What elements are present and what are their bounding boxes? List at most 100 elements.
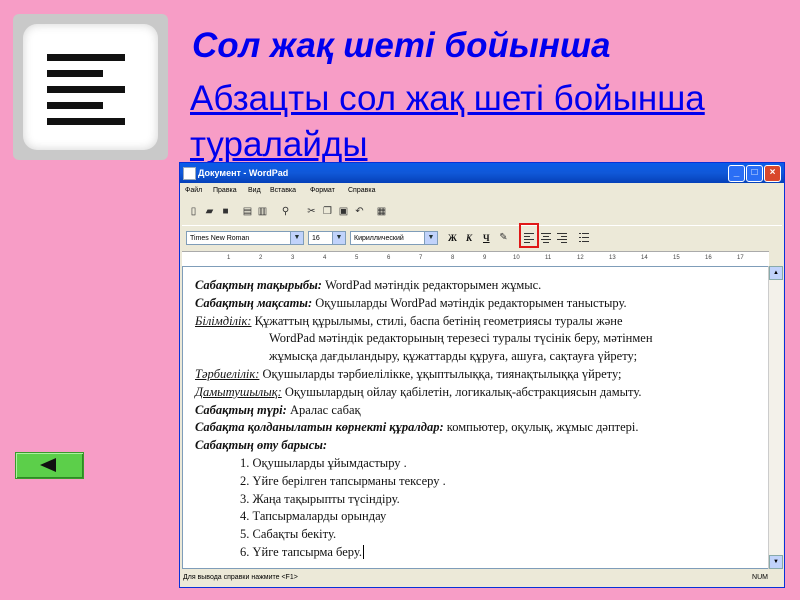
ruler-tick-label: 6 (387, 255, 391, 261)
scroll-down-icon[interactable]: ▼ (769, 555, 783, 569)
find-icon[interactable]: ⚲ (280, 206, 291, 217)
icon-line (47, 118, 125, 125)
title-bar: Документ - WordPad _ □ × (180, 163, 784, 183)
menu-help[interactable]: Справка (348, 187, 375, 194)
minimize-button[interactable]: _ (728, 165, 745, 182)
doc-line: Білімділік: Құжаттың құрылымы, стилі, ба… (195, 313, 765, 331)
ruler-tick-label: 7 (419, 255, 423, 261)
undo-icon[interactable]: ↶ (354, 206, 365, 217)
topic-text: WordPad мәтіндік редакторымен жұмыс. (321, 278, 542, 292)
menu-edit[interactable]: Правка (213, 187, 237, 194)
print-preview-icon[interactable]: ▥ (257, 206, 268, 217)
window-title: Документ - WordPad (198, 168, 289, 178)
save-icon[interactable]: ■ (220, 206, 231, 217)
list-item: 3. Жаңа тақырыпты түсіндіру. (240, 491, 400, 506)
new-icon[interactable]: ▯ (188, 206, 199, 217)
close-button[interactable]: × (764, 165, 781, 182)
num-lock-indicator: NUM (752, 574, 768, 581)
align-right-button[interactable] (556, 232, 568, 244)
font-name-select[interactable]: Times New Roman ▼ (186, 231, 304, 245)
bold-button[interactable]: Ж (448, 233, 457, 243)
ruler-tick-label: 11 (545, 255, 552, 261)
topic-label: Сабақтың тақырыбы: (195, 278, 322, 292)
list-item: 5. Сабақты бекіту. (240, 527, 337, 542)
bullets-button[interactable] (578, 232, 590, 244)
doc-line: WordPad мәтіндік редакторының терезесі т… (269, 331, 653, 346)
paste-icon[interactable]: ▣ (338, 206, 349, 217)
status-text: Для вывода справки нажмите <F1> (183, 574, 298, 581)
menu-insert[interactable]: Вставка (270, 187, 296, 194)
document-area[interactable]: Сабақтың тақырыбы: WordPad мәтіндік реда… (182, 266, 769, 569)
copy-icon[interactable]: ❐ (322, 206, 333, 217)
menu-view[interactable]: Вид (248, 187, 261, 194)
list-item: 6. Үйге тапсырма беру. (195, 544, 765, 562)
font-size-select[interactable]: 16 ▼ (308, 231, 346, 245)
italic-button[interactable]: К (466, 233, 472, 243)
upbringing-label: Тәрбиелілік: (195, 366, 260, 381)
development-text: Оқушылардың ойлау қабілетін, логикалық-а… (281, 384, 642, 399)
status-bar: Для вывода справки нажмите <F1> NUM (180, 570, 784, 587)
menu-bar: Файл Правка Вид Вставка Формат Справка (180, 184, 784, 199)
underline-button[interactable]: Ч (483, 233, 490, 243)
insert-object-icon[interactable]: ▦ (376, 206, 387, 217)
menu-format[interactable]: Формат (310, 187, 335, 194)
wordpad-window: Документ - WordPad _ □ × Файл Правка Вид… (179, 162, 785, 588)
ruler[interactable]: 1 2 3 4 5 6 7 8 9 10 11 12 13 14 15 16 1… (182, 251, 769, 267)
goal-text: Оқушыларды WordPad мәтіндік редакторымен… (312, 295, 627, 310)
scroll-up-icon[interactable]: ▲ (769, 266, 783, 280)
doc-line: Сабақтың мақсаты: Оқушыларды WordPad мәт… (195, 295, 765, 313)
slide-description[interactable]: Абзацты сол жақ шеті бойынша туралайды (190, 76, 790, 168)
document-text[interactable]: Сабақтың тақырыбы: WordPad мәтіндік реда… (195, 277, 765, 562)
font-size-value: 16 (312, 235, 320, 242)
process-label: Сабақтың өту барысы: (195, 438, 328, 453)
list-item-text: 6. Үйге тапсырма беру. (240, 544, 362, 559)
ruler-tick-label: 2 (259, 255, 263, 261)
icon-line (47, 70, 103, 77)
list-item: 4. Тапсырмаларды орындау (240, 509, 387, 524)
education-label: Білімділік: (195, 313, 252, 328)
script-value: Кириллический (354, 235, 404, 242)
tools-label: Сабақта қолданылатын көрнекті құралдар: (195, 420, 444, 435)
back-button[interactable] (15, 452, 84, 479)
menu-file[interactable]: Файл (185, 187, 202, 194)
ruler-tick-label: 17 (737, 255, 744, 261)
format-toolbar: Times New Roman ▼ 16 ▼ Кириллический ▼ Ж… (182, 225, 782, 250)
cut-icon[interactable]: ✂ (306, 206, 317, 217)
tools-text: компьютер, оқулық, жұмыс дәптері. (443, 420, 639, 435)
triangle-left-icon (40, 458, 56, 472)
text-cursor (363, 544, 364, 559)
ruler-tick-label: 13 (609, 255, 616, 261)
icon-line (47, 102, 103, 109)
goal-label: Сабақтың мақсаты: (195, 295, 313, 310)
slide-title: Сол жақ шеті бойынша (192, 26, 611, 65)
ruler-tick-label: 9 (483, 255, 487, 261)
document-icon (183, 167, 196, 180)
doc-line: Сабақтың түрі: Аралас сабақ (195, 402, 765, 420)
chevron-down-icon: ▼ (332, 232, 345, 244)
print-icon[interactable]: ▤ (242, 206, 253, 217)
chevron-down-icon: ▼ (290, 232, 303, 244)
vertical-scrollbar[interactable]: ▲ ▼ (768, 266, 783, 569)
maximize-button[interactable]: □ (746, 165, 763, 182)
list-item: 2. Үйге берілген тапсырманы тексеру . (240, 473, 446, 488)
ruler-tick-label: 3 (291, 255, 295, 261)
ruler-tick-label: 10 (513, 255, 520, 261)
color-icon[interactable]: ✎ (498, 232, 509, 243)
align-left-highlight (519, 223, 539, 248)
standard-toolbar: ▯ ▰ ■ ▤ ▥ ⚲ ✂ ❐ ▣ ↶ ▦ (182, 202, 412, 224)
doc-line: Сабақтың тақырыбы: WordPad мәтіндік реда… (195, 277, 765, 295)
open-icon[interactable]: ▰ (204, 206, 215, 217)
ruler-tick-label: 15 (673, 255, 680, 261)
ruler-tick-label: 8 (451, 255, 455, 261)
education-text: Құжаттың құрылымы, стилі, баспа бетінің … (251, 313, 623, 328)
type-label: Сабақтың түрі: (195, 402, 287, 417)
script-select[interactable]: Кириллический ▼ (350, 231, 438, 245)
align-center-button[interactable] (540, 232, 552, 244)
doc-line: Сабақта қолданылатын көрнекті құралдар: … (195, 419, 765, 437)
ruler-tick-label: 16 (705, 255, 712, 261)
ruler-tick-label: 5 (355, 255, 359, 261)
doc-line: жұмысқа дағдыландыру, құжаттарды құруға,… (269, 349, 638, 364)
ruler-tick-label: 12 (577, 255, 584, 261)
ruler-tick-label: 14 (641, 255, 648, 261)
icon-line (47, 86, 125, 93)
